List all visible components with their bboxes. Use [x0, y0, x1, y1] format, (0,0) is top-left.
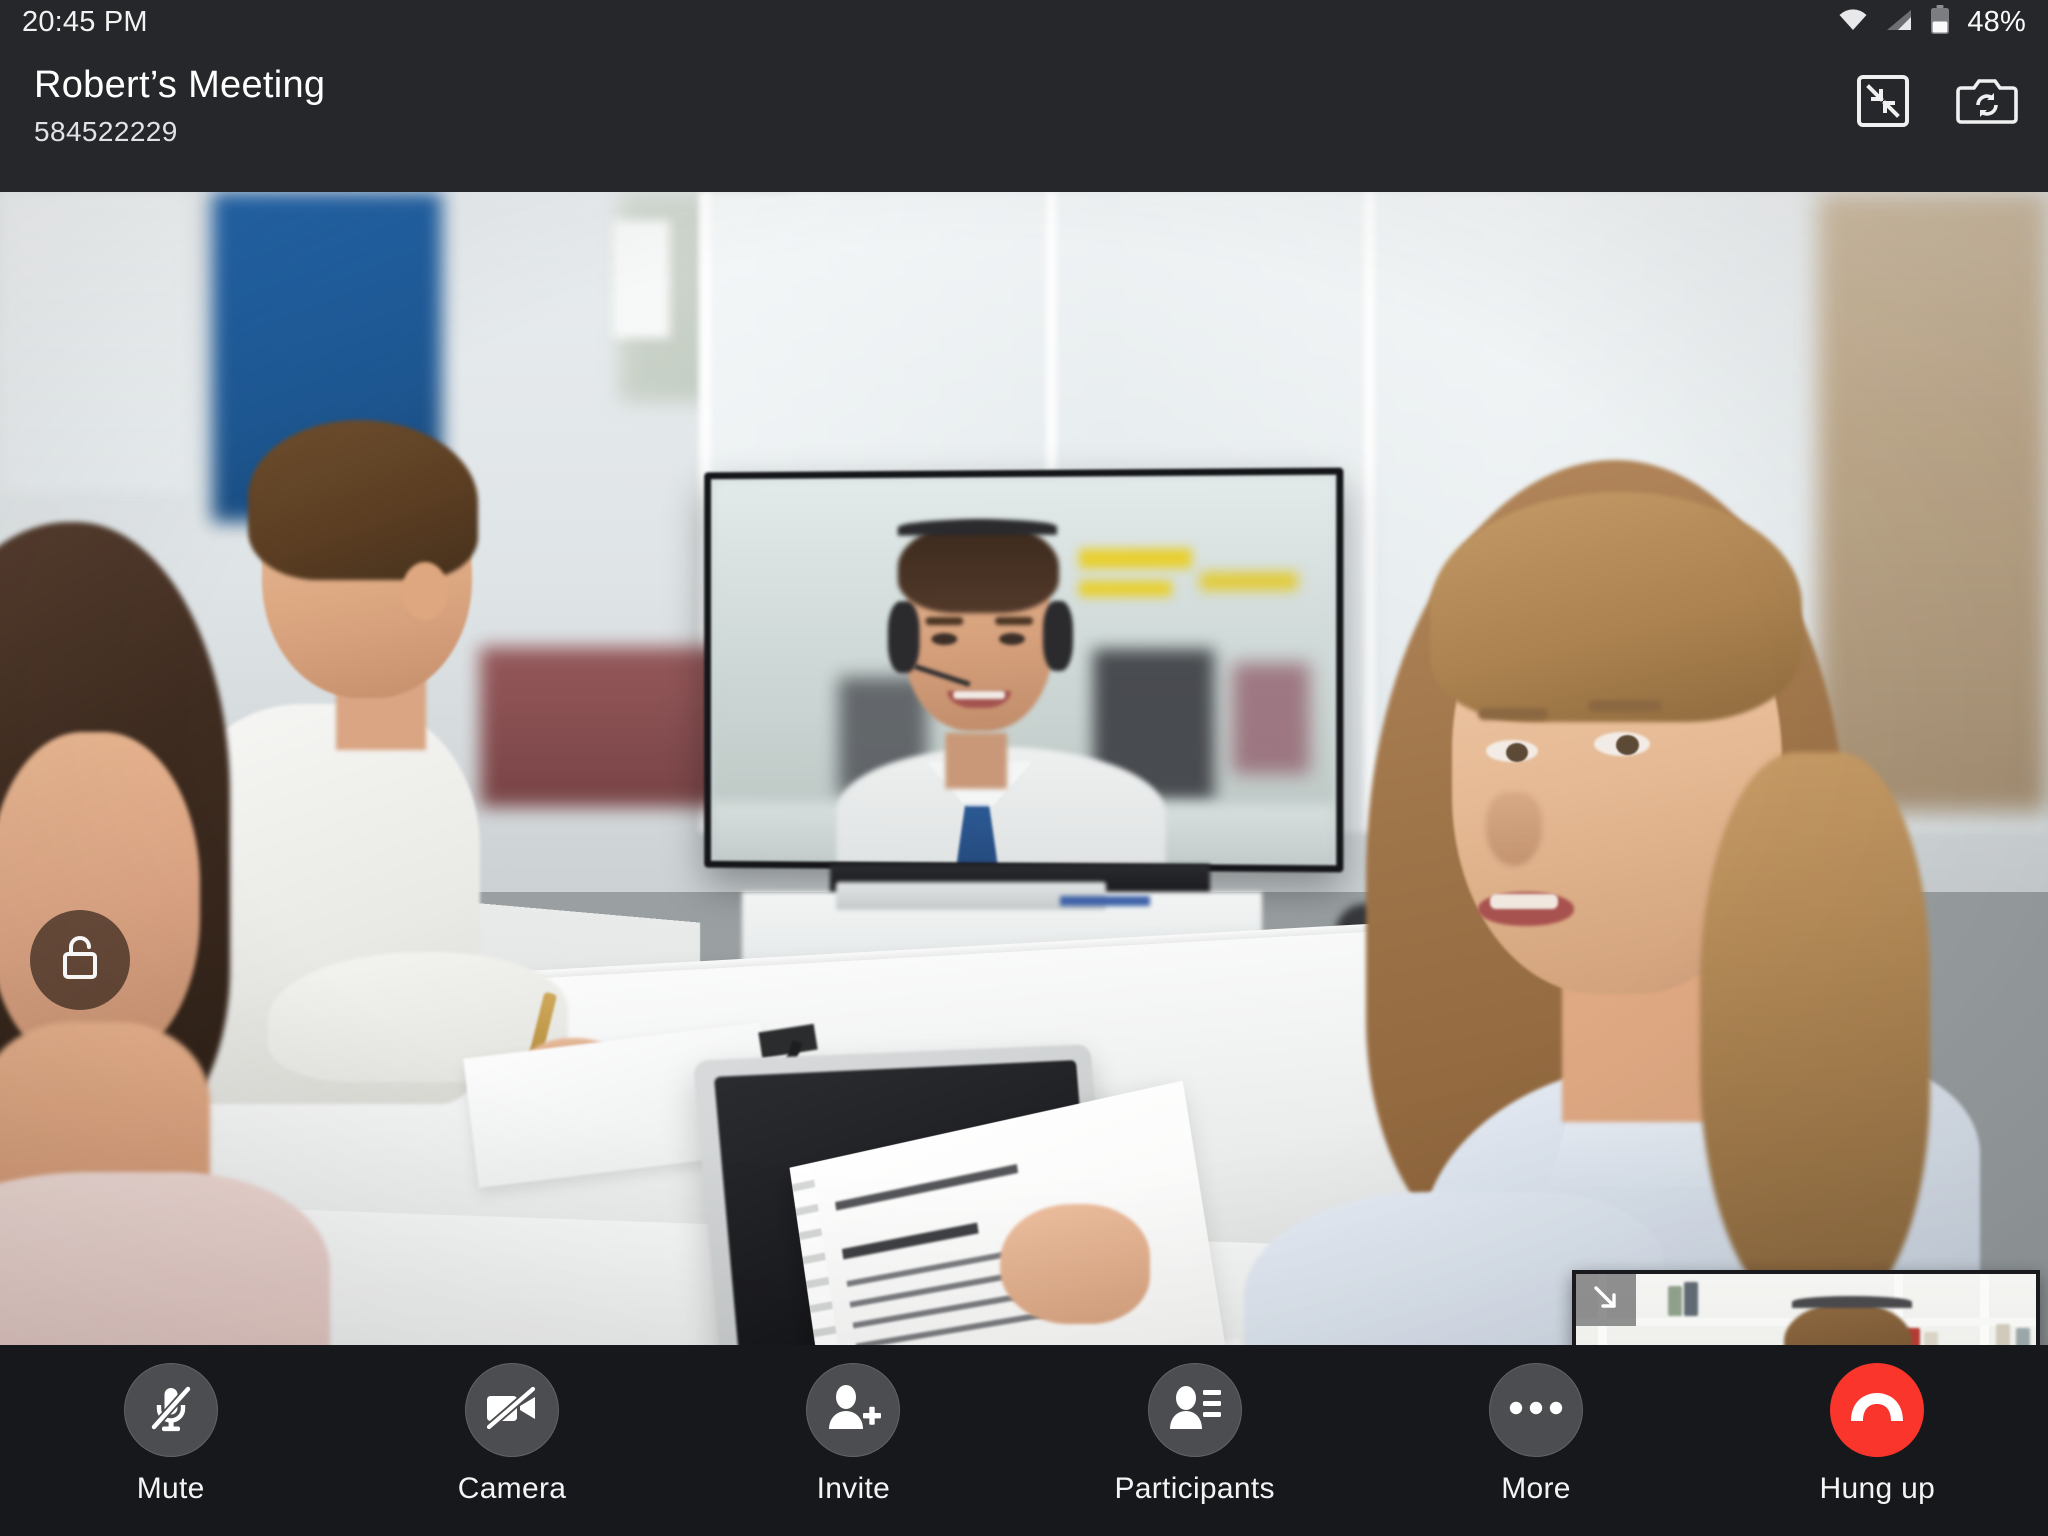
microphone-off-icon: [143, 1380, 199, 1441]
invite-label: Invite: [816, 1472, 891, 1505]
status-bar-clock: 20:45 PM: [22, 5, 148, 38]
call-control-toolbar: Mute Camera Invite Participants More Hun…: [0, 1345, 2048, 1536]
battery-percent-label: 48%: [1967, 5, 2026, 38]
self-view-pip[interactable]: [1572, 1270, 2040, 1345]
participants-icon: [1167, 1384, 1223, 1437]
more-dots-icon: [1509, 1400, 1563, 1421]
battery-icon: [1930, 4, 1950, 40]
conference-tv: [704, 467, 1344, 873]
more-label: More: [1501, 1472, 1571, 1505]
mute-button[interactable]: Mute: [0, 1345, 341, 1506]
hang-up-label: Hung up: [1819, 1472, 1936, 1505]
camera-label: Camera: [457, 1472, 567, 1505]
invite-button[interactable]: Invite: [683, 1345, 1024, 1506]
remote-video-stage[interactable]: 01:00:12: [0, 192, 2048, 1345]
status-bar: 20:45 PM 48%: [0, 0, 2048, 44]
participants-button[interactable]: Participants: [1024, 1345, 1365, 1506]
video-frame: [0, 192, 2048, 1345]
resize-arrow-icon: [1589, 1281, 1623, 1320]
video-call-screen: 20:45 PM 48% Robert’s Meeting 584522229 …: [0, 0, 2048, 1536]
cellular-signal-icon: [1885, 8, 1913, 37]
hang-up-button[interactable]: Hung up: [1707, 1345, 2048, 1506]
minimize-icon: [1856, 74, 1910, 133]
mute-label: Mute: [136, 1472, 205, 1505]
switch-camera-icon: [1956, 75, 2018, 132]
switch-camera-button[interactable]: [1956, 72, 2018, 134]
minimize-button[interactable]: [1852, 72, 1914, 134]
end-call-icon: [1847, 1391, 1907, 1430]
meeting-id: 584522229: [34, 116, 178, 147]
call-header: Robert’s Meeting 584522229: [0, 44, 2048, 192]
lock-meeting-button[interactable]: [30, 910, 130, 1010]
unlock-icon: [56, 932, 104, 989]
more-button[interactable]: More: [1365, 1345, 1706, 1506]
camera-button[interactable]: Camera: [341, 1345, 682, 1506]
wifi-icon: [1838, 8, 1868, 37]
meeting-title: Robert’s Meeting: [34, 64, 326, 106]
video-off-icon: [483, 1384, 541, 1436]
pip-resize-handle[interactable]: [1576, 1274, 1636, 1326]
participants-label: Participants: [1114, 1472, 1275, 1505]
header-actions: [1852, 72, 2018, 134]
person-add-icon: [825, 1383, 882, 1438]
